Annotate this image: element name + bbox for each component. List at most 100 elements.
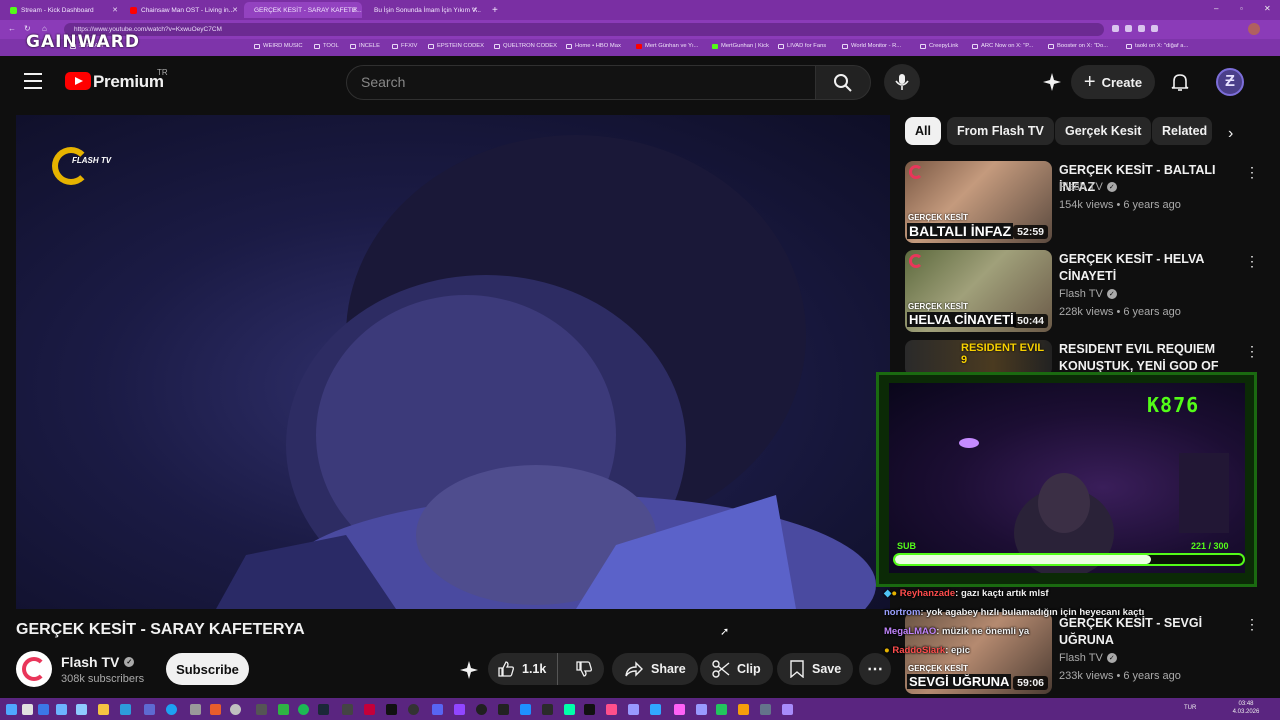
subscribe-button[interactable]: Subscribe [166, 653, 249, 685]
create-button[interactable]: + Create [1071, 65, 1155, 99]
taskbar-app-icon[interactable] [584, 704, 595, 715]
close-window-icon[interactable]: ✕ [1264, 4, 1271, 13]
taskbar-app-icon[interactable] [542, 704, 553, 715]
channel-avatar[interactable] [16, 651, 52, 687]
chip-gercek-kesit[interactable]: Gerçek Kesit [1055, 117, 1152, 145]
obs-icon[interactable] [476, 704, 487, 715]
url-field[interactable]: https://www.youtube.com/watch?v=KxwuOeyC… [64, 23, 1104, 36]
video-player[interactable]: FLASH TV [16, 115, 890, 609]
close-tab-icon[interactable]: ✕ [232, 6, 238, 14]
taskbar-app-icon[interactable] [738, 704, 749, 715]
hamburger-menu-icon[interactable] [24, 73, 42, 89]
file-explorer-icon[interactable] [98, 704, 109, 715]
bookmark-link[interactable]: taoki on X: "diğaf a... [1126, 43, 1188, 49]
search-button[interactable] [815, 65, 871, 100]
chip-all[interactable]: All [905, 117, 941, 145]
bookmark-folder[interactable]: INCELE [350, 43, 380, 49]
language-indicator[interactable]: TUR [1184, 705, 1196, 711]
video-title[interactable]: GERÇEK KESİT - SEVGİ UĞRUNA [1059, 615, 1239, 649]
more-options-icon[interactable]: ⋮ [1245, 343, 1259, 360]
video-thumbnail[interactable]: RESIDENT EVIL 9 [905, 340, 1052, 376]
recommended-video[interactable]: GERÇEK KESİT HELVA CİNAYETİ 50:44 GERÇEK… [905, 250, 1265, 332]
more-options-icon[interactable]: ⋮ [1245, 616, 1259, 633]
youtube-logo-icon[interactable] [65, 72, 91, 90]
save-button[interactable]: Save [777, 653, 854, 685]
share-button[interactable]: Share [612, 653, 698, 685]
taskbar-app-icon[interactable] [454, 704, 465, 715]
new-tab-icon[interactable]: + [486, 2, 500, 18]
recommended-video[interactable]: GERÇEK KESİT BALTALI İNFAZ 52:59 GERÇEK … [905, 161, 1265, 243]
extension-icon[interactable] [1125, 25, 1132, 32]
maximize-icon[interactable]: ▫ [1240, 4, 1243, 13]
minimize-icon[interactable]: – [1214, 4, 1218, 13]
bookmark-link[interactable]: LIVAD for Fans [778, 43, 826, 49]
taskbar-app-icon[interactable] [606, 704, 617, 715]
bookmark-link[interactable]: CreepyLink [920, 43, 958, 49]
bookmark-link[interactable]: MertGunhan | Kick [712, 43, 769, 49]
after-effects-icon[interactable] [628, 704, 639, 715]
discord-icon[interactable] [432, 704, 443, 715]
bookmark-folder[interactable]: WEIRD MUSIC [254, 43, 303, 49]
taskbar-app-icon[interactable] [22, 704, 33, 715]
video-thumbnail[interactable]: GERÇEK KESİT HELVA CİNAYETİ 50:44 [905, 250, 1052, 332]
taskbar-app-icon[interactable] [364, 704, 375, 715]
more-actions-icon[interactable]: ⋯ [859, 653, 891, 685]
more-options-icon[interactable]: ⋮ [1245, 253, 1259, 270]
close-tab-icon[interactable]: ✕ [352, 6, 358, 14]
profile-avatar[interactable] [1248, 23, 1260, 35]
system-clock[interactable]: 03:48 4.03.2026 [1228, 700, 1264, 716]
taskbar-app-icon[interactable] [782, 704, 793, 715]
channel-name[interactable]: Flash TV ✓ [61, 654, 135, 670]
dislike-button[interactable] [565, 653, 604, 685]
taskbar-app-icon[interactable] [56, 704, 67, 715]
close-tab-icon[interactable]: ✕ [472, 6, 478, 14]
youtube-premium-wordmark[interactable]: Premium [93, 72, 164, 92]
taskbar-app-icon[interactable] [760, 704, 771, 715]
clip-button[interactable]: Clip [700, 653, 773, 685]
channel-name[interactable]: Flash TV ✓ [1059, 652, 1117, 664]
like-button[interactable]: 1.1k [488, 653, 558, 685]
taskbar-app-icon[interactable] [716, 704, 727, 715]
gemini-sparkle-icon[interactable] [1042, 72, 1062, 92]
back-icon[interactable]: ← [8, 24, 16, 33]
bookmark-link[interactable]: Mert Günhan ve Yı... [636, 43, 698, 49]
bookmark-link[interactable]: World Monitor - R... [842, 43, 901, 49]
taskbar-app-icon[interactable] [120, 704, 131, 715]
extension-icon[interactable] [1112, 25, 1119, 32]
taskbar-app-icon[interactable] [342, 704, 353, 715]
channel-name[interactable]: Flash TV ✓ [1059, 181, 1117, 193]
channel-name[interactable]: Flash TV ✓ [1059, 288, 1117, 300]
account-avatar[interactable]: Ƶ [1216, 68, 1244, 96]
browser-tab-active[interactable]: GERÇEK KESİT - SARAY KAFETE... ✕ [244, 2, 362, 18]
taskbar-app-icon[interactable] [256, 704, 267, 715]
extension-icon[interactable] [1151, 25, 1158, 32]
video-thumbnail[interactable]: GERÇEK KESİT BALTALI İNFAZ 52:59 [905, 161, 1052, 243]
ask-ai-sparkle-icon[interactable] [458, 659, 480, 681]
bookmark-folder[interactable]: TOOL [314, 43, 339, 49]
xbox-icon[interactable] [278, 704, 289, 715]
browser-tab[interactable]: Stream - Kick Dashboard ✕ [4, 2, 122, 18]
taskbar-app-icon[interactable] [166, 704, 177, 715]
taskbar-app-icon[interactable] [190, 704, 201, 715]
more-options-icon[interactable]: ⋮ [1245, 164, 1259, 181]
taskbar-app-icon[interactable] [408, 704, 419, 715]
taskbar-app-icon[interactable] [520, 704, 531, 715]
voice-search-button[interactable] [884, 64, 920, 100]
bookmark-link[interactable]: Home • HBO Max [566, 43, 621, 49]
taskbar-app-icon[interactable] [76, 704, 87, 715]
video-title[interactable]: GERÇEK KESİT - HELVA CİNAYETİ [1059, 251, 1239, 285]
taskbar-app-icon[interactable] [210, 704, 221, 715]
spotify-icon[interactable] [298, 704, 309, 715]
search-input[interactable]: Search [346, 65, 816, 100]
taskbar-app-icon[interactable] [230, 704, 241, 715]
taskbar-app-icon[interactable] [144, 704, 155, 715]
close-tab-icon[interactable]: ✕ [112, 6, 118, 14]
photoshop-icon[interactable] [650, 704, 661, 715]
bookmark-link[interactable]: ARC Now on X: "P... [972, 43, 1033, 49]
windows-start-icon[interactable] [6, 704, 17, 715]
browser-tab[interactable]: Chainsaw Man OST - Living in... ✕ [124, 2, 242, 18]
bookmark-folder[interactable]: EPSTEIN CODEX [428, 43, 484, 49]
notifications-bell-icon[interactable] [1170, 72, 1190, 97]
browser-tab[interactable]: Bu İşin Sonunda İmam İçin Yıkım V... ✕ [364, 2, 482, 18]
extension-icon[interactable] [1138, 25, 1145, 32]
